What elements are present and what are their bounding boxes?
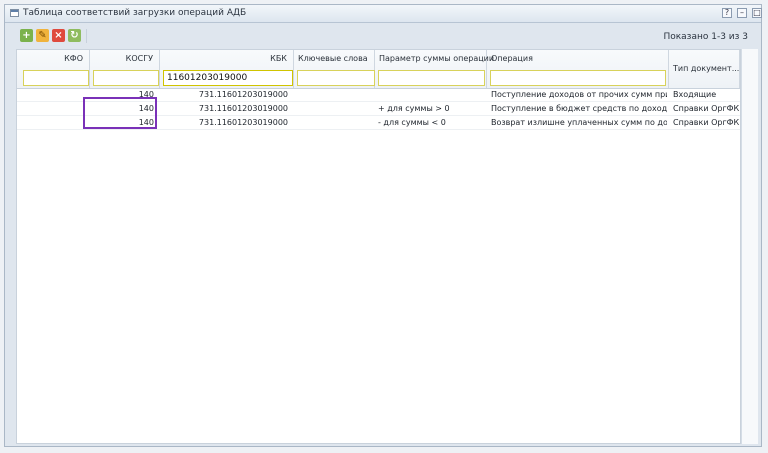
- column-label: КОСГУ: [125, 54, 153, 63]
- toolbar: + ✎ × ↻ Показано 1-3 из 3: [9, 26, 757, 48]
- cell-kbk: 731.11601203019000: [198, 118, 288, 127]
- filter-operation[interactable]: [490, 70, 666, 86]
- help-button[interactable]: ?: [722, 8, 732, 18]
- grid-scrollbar[interactable]: [741, 49, 758, 444]
- minimize-button[interactable]: –: [737, 8, 747, 18]
- window-title: Таблица соответствий загрузки операций А…: [23, 8, 247, 18]
- cell-operation: Поступление доходов от прочих сумм прин.…: [491, 90, 667, 99]
- cell-sum-param: [378, 88, 484, 101]
- column-doc-type[interactable]: Тип документ...: [669, 50, 740, 88]
- column-label: КБК: [270, 54, 287, 63]
- maximize-button[interactable]: □: [752, 8, 762, 18]
- delete-button[interactable]: ×: [52, 29, 65, 42]
- cell-kbk: 731.11601203019000: [198, 104, 288, 113]
- column-label: Ключевые слова: [298, 54, 368, 63]
- edit-button[interactable]: ✎: [36, 29, 49, 42]
- filter-kfo[interactable]: [23, 70, 89, 86]
- column-keywords[interactable]: Ключевые слова: [294, 50, 375, 88]
- column-kfo[interactable]: КФО: [17, 50, 90, 88]
- cell-doc-type: Входящие: [673, 90, 717, 99]
- window-icon: [10, 9, 19, 17]
- selection-highlight: [83, 97, 157, 129]
- cell-doc-type: Справки ОргФК: [673, 118, 739, 127]
- column-sum-param[interactable]: Параметр суммы операции: [375, 50, 494, 88]
- cell-kbk: 731.11601203019000: [198, 90, 288, 99]
- filter-keywords[interactable]: [297, 70, 375, 86]
- column-kosgu[interactable]: КОСГУ: [90, 50, 160, 88]
- toolbar-separator: [86, 29, 87, 43]
- grid-header: КФО КОСГУ КБК 11601203019000 Ключевые сл…: [17, 50, 740, 89]
- add-button[interactable]: +: [20, 29, 33, 42]
- filter-kosgu[interactable]: [93, 70, 159, 86]
- cell-operation: Возврат излишне уплаченных сумм по дохо.…: [491, 118, 667, 127]
- column-kbk[interactable]: КБК 11601203019000: [160, 50, 294, 88]
- filter-sum-param[interactable]: [378, 70, 485, 86]
- cell-operation: Поступление в бюджет средств по доходам.…: [491, 104, 667, 113]
- column-label: Параметр суммы операции: [379, 54, 495, 63]
- dialog-window: Таблица соответствий загрузки операций А…: [4, 4, 762, 447]
- title-bar: Таблица соответствий загрузки операций А…: [5, 5, 762, 23]
- status-text: Показано 1-3 из 3: [663, 32, 748, 42]
- column-label: Операция: [491, 54, 533, 63]
- refresh-button[interactable]: ↻: [68, 29, 81, 42]
- close-icon: ×: [54, 30, 63, 41]
- cell-sum-param: - для суммы < 0: [378, 118, 446, 127]
- filter-kbk[interactable]: 11601203019000: [163, 70, 293, 86]
- cell-doc-type: Справки ОргФК: [673, 104, 739, 113]
- column-label: Тип документ...: [673, 64, 740, 73]
- plus-icon: +: [22, 30, 31, 41]
- cell-sum-param: + для суммы > 0: [378, 104, 450, 113]
- column-label: КФО: [64, 54, 83, 63]
- column-operation[interactable]: Операция: [487, 50, 669, 88]
- refresh-icon: ↻: [70, 30, 79, 41]
- pencil-icon: ✎: [38, 30, 47, 41]
